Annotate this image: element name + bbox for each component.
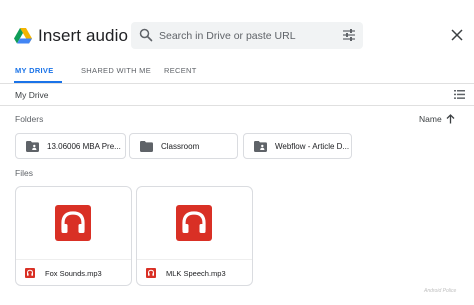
tab-recent[interactable]: RECENT	[164, 66, 197, 84]
file-thumbnail	[16, 187, 131, 259]
shared-folder-icon	[254, 141, 267, 152]
folder-name: 13.06006 MBA Pre...	[47, 142, 121, 151]
search-box[interactable]	[131, 22, 363, 49]
search-icon[interactable]	[139, 28, 153, 42]
breadcrumb-bar: My Drive	[0, 84, 474, 106]
file-thumbnail	[137, 187, 252, 259]
list-view-icon[interactable]	[454, 90, 465, 99]
search-input[interactable]	[159, 27, 329, 44]
close-icon[interactable]	[451, 29, 463, 41]
file-footer: Fox Sounds.mp3	[16, 259, 131, 285]
file-name: Fox Sounds.mp3	[45, 269, 102, 278]
arrow-up-icon[interactable]	[446, 114, 455, 124]
search-options-icon[interactable]	[343, 29, 355, 41]
tab-bar: MY DRIVE SHARED WITH ME RECENT	[0, 60, 474, 84]
file-name: MLK Speech.mp3	[166, 269, 226, 278]
folder-icon	[140, 141, 153, 152]
google-drive-logo-icon	[14, 28, 32, 44]
sort-by-name-button[interactable]: Name	[419, 114, 442, 124]
shared-folder-icon	[26, 141, 39, 152]
breadcrumb[interactable]: My Drive	[15, 90, 49, 100]
file-card[interactable]: Fox Sounds.mp3	[15, 186, 132, 286]
folder-item[interactable]: 13.06006 MBA Pre...	[15, 133, 126, 159]
folder-item[interactable]: Classroom	[129, 133, 238, 159]
folder-name: Classroom	[161, 142, 200, 151]
active-tab-indicator	[14, 81, 62, 83]
folders-section-label: Folders	[15, 114, 44, 124]
folder-item[interactable]: Webflow - Article D...	[243, 133, 352, 159]
tab-shared-with-me[interactable]: SHARED WITH ME	[81, 66, 151, 84]
headphones-icon	[55, 205, 91, 241]
folder-name: Webflow - Article D...	[275, 142, 350, 151]
headphones-icon	[176, 205, 212, 241]
file-card[interactable]: MLK Speech.mp3	[136, 186, 253, 286]
dialog-title: Insert audio	[38, 26, 129, 45]
files-section-label: Files	[15, 168, 33, 178]
audio-file-icon	[146, 268, 156, 278]
file-footer: MLK Speech.mp3	[137, 259, 252, 285]
watermark: Android Police	[424, 288, 457, 294]
audio-file-icon	[25, 268, 35, 278]
